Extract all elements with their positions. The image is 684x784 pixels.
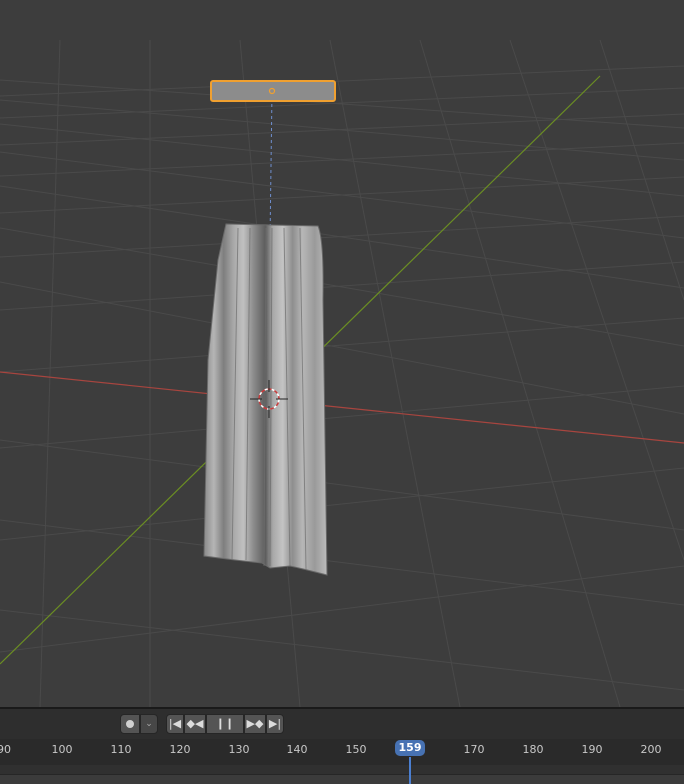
jump-to-previous-keyframe-button[interactable]: ◆◀ xyxy=(184,714,206,734)
frame-tick-label: 150 xyxy=(345,743,367,756)
pause-icon: ❙❙ xyxy=(215,717,235,730)
pause-button[interactable]: ❙❙ xyxy=(206,714,244,734)
keying-menu-button[interactable]: ⌄ xyxy=(140,714,158,734)
next-keyframe-icon: ▶◆ xyxy=(246,717,264,730)
frame-tick-label: 130 xyxy=(228,743,250,756)
playback-controls: ⌄ |◀ ◆◀ ❙❙ ▶◆ ▶| xyxy=(0,709,684,739)
current-frame-indicator[interactable]: 159 xyxy=(395,740,425,756)
jump-to-start-button[interactable]: |◀ xyxy=(166,714,184,734)
x-axis-line xyxy=(0,371,684,444)
viewport-scene xyxy=(0,39,684,707)
jump-end-icon: ▶| xyxy=(268,717,282,730)
curtain-rod-object xyxy=(210,80,336,102)
auto-keying-record-button[interactable] xyxy=(120,714,140,734)
chevron-down-icon: ⌄ xyxy=(145,719,153,729)
timeline-editor[interactable]: ⌄ |◀ ◆◀ ❙❙ ▶◆ ▶| 90 100 110 120 130 140 … xyxy=(0,707,684,784)
summary-track[interactable] xyxy=(0,774,684,784)
frame-tick-label: 120 xyxy=(169,743,191,756)
frame-tick-label: 110 xyxy=(110,743,132,756)
frame-tick-label: 180 xyxy=(522,743,544,756)
3d-viewport[interactable] xyxy=(0,0,684,707)
frame-ruler[interactable]: 90 100 110 120 130 140 150 170 180 190 2… xyxy=(0,739,684,765)
record-icon xyxy=(126,720,134,728)
frame-tick-label: 140 xyxy=(286,743,308,756)
frame-tick-label: 200 xyxy=(640,743,662,756)
floor-grid xyxy=(0,39,684,707)
jump-start-icon: |◀ xyxy=(168,717,182,730)
parent-relation-line xyxy=(269,91,273,241)
frame-tick-label: 190 xyxy=(581,743,603,756)
playhead-line[interactable] xyxy=(409,757,411,784)
frame-tick-label: 90 xyxy=(0,743,11,756)
frame-tick-label: 170 xyxy=(463,743,485,756)
jump-to-end-button[interactable]: ▶| xyxy=(266,714,284,734)
previous-keyframe-icon: ◆◀ xyxy=(186,717,204,730)
frame-tick-label: 100 xyxy=(51,743,73,756)
jump-to-next-keyframe-button[interactable]: ▶◆ xyxy=(244,714,266,734)
